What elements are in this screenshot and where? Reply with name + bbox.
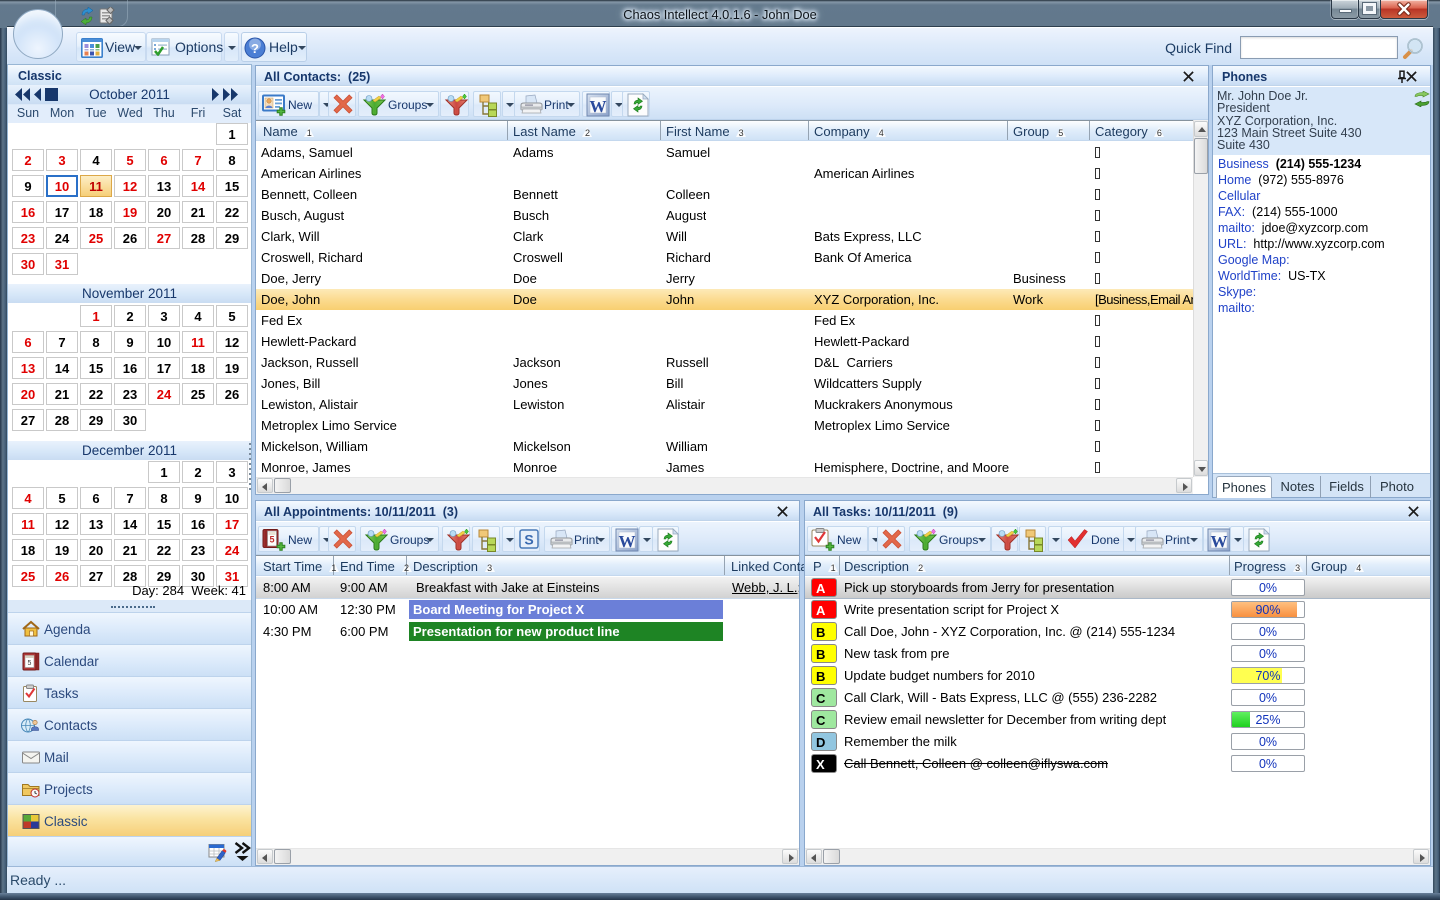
svg-text:?: ? [251, 41, 259, 56]
svg-text:5: 5 [28, 660, 32, 667]
svg-text:W: W [590, 97, 607, 116]
svg-text:W: W [1211, 532, 1228, 551]
svg-text:5: 5 [269, 535, 274, 545]
svg-text:W: W [619, 532, 636, 551]
svg-text:S: S [524, 532, 533, 548]
